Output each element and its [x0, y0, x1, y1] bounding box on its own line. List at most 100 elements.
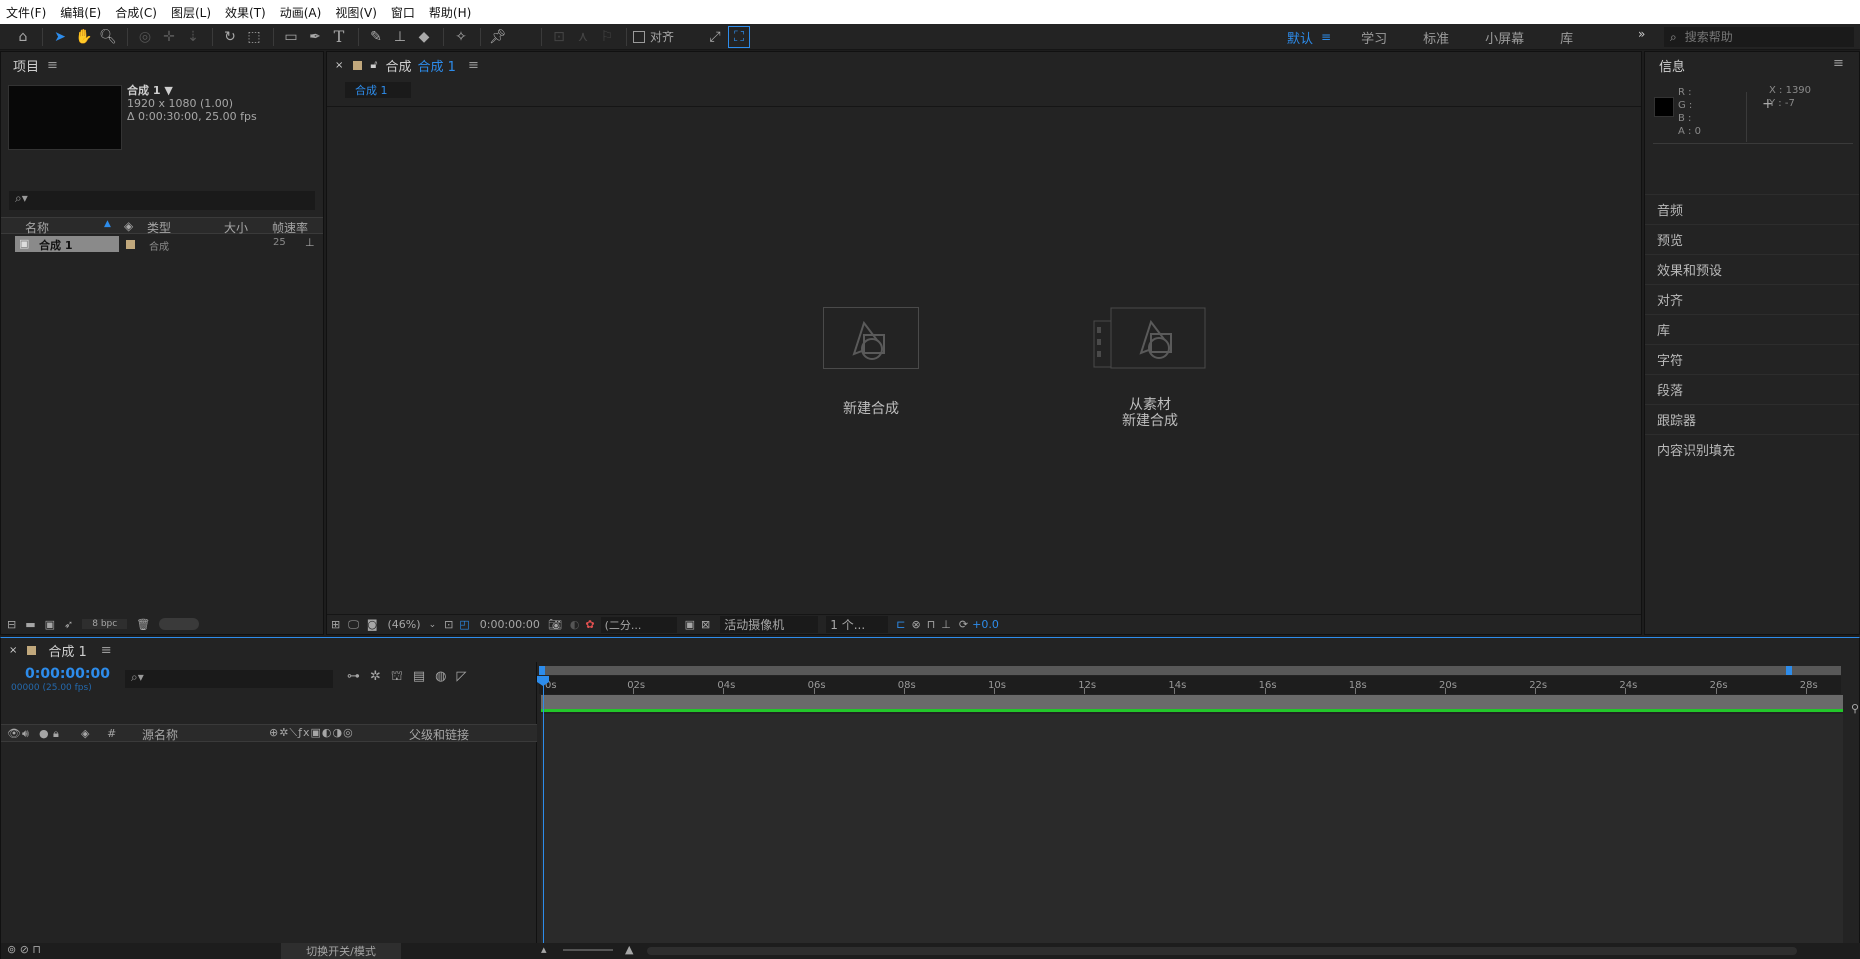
chevron-down-icon[interactable]: ⌄ [429, 620, 437, 630]
show-snapshot-icon[interactable]: ◐ [570, 618, 580, 631]
bpc-button[interactable]: 8 bpc [82, 619, 128, 629]
lock-icon[interactable]: 🔒︎ [53, 727, 59, 741]
flowchart-icon[interactable]: ⊥ [305, 236, 315, 249]
zoom-select[interactable]: (46%) [388, 618, 421, 631]
puppet-pin-icon[interactable]: 📌︎ [487, 26, 509, 48]
exposure-value[interactable]: +0.0 [972, 618, 999, 631]
col-hash[interactable]: # [107, 727, 116, 740]
help-search-input[interactable] [1684, 30, 1835, 44]
label-color-swatch[interactable] [126, 240, 135, 249]
eraser-tool-icon[interactable]: ◆ [413, 26, 435, 48]
world-axis-icon[interactable]: ⋏ [572, 26, 594, 48]
timeline-scrollbar[interactable] [647, 947, 1797, 955]
fast-previews-icon[interactable]: ⊗ [911, 618, 920, 631]
menu-effect[interactable]: 效果(T) [225, 4, 266, 21]
snap-options-icon[interactable]: ⛶ [728, 25, 751, 48]
new-composition-button[interactable] [823, 307, 919, 369]
hand-tool-icon[interactable]: ✋ [73, 26, 95, 48]
comp-sub-tab[interactable]: 合成 1 [345, 82, 411, 98]
interpret-footage-icon[interactable]: ⊟ [7, 618, 16, 631]
panel-menu-icon[interactable]: ≡ [101, 643, 112, 658]
workspace-library[interactable]: 库 [1560, 28, 1573, 47]
work-area-bar[interactable] [539, 666, 1841, 675]
close-icon[interactable]: × [335, 60, 343, 71]
menu-help[interactable]: 帮助(H) [429, 4, 471, 21]
info-panel-header[interactable]: 信息 ≡ [1645, 52, 1859, 78]
reset-exposure-icon[interactable]: ⟳ [959, 618, 968, 631]
col-name[interactable]: 名称 [25, 219, 49, 236]
new-folder-icon[interactable]: ▬ [25, 618, 35, 631]
workspace-default[interactable]: 默认 [1287, 28, 1313, 47]
align-toggle[interactable]: 对齐 [633, 28, 674, 45]
col-fps[interactable]: 帧速率 [272, 219, 308, 236]
orbit-camera-icon[interactable]: ◎ [134, 26, 156, 48]
dolly-camera-icon[interactable]: ⇣ [182, 26, 204, 48]
channel-icon[interactable]: ✿ [585, 618, 594, 631]
comp-tab-name[interactable]: 合成 1 [418, 56, 456, 75]
col-parent[interactable]: 父级和链接 [409, 726, 469, 743]
layer-switches-icon[interactable]: ⊚ ⊘ ⊓ [7, 943, 41, 956]
menu-window[interactable]: 窗口 [391, 4, 415, 21]
always-preview-icon[interactable]: ⊞ [331, 618, 340, 631]
align-checkbox[interactable] [633, 30, 645, 43]
audio-toggle-icon[interactable]: 🔊︎ [22, 727, 29, 741]
label-column-icon[interactable]: ◈ [81, 727, 89, 740]
toggle-switches-modes[interactable]: 切换开关/模式 [281, 943, 401, 959]
viewer-timecode[interactable]: 0:00:00:00 [480, 618, 540, 631]
panel-effects-presets[interactable]: 效果和预设 [1645, 254, 1859, 284]
resolution-select[interactable]: (二分... [600, 616, 677, 633]
menu-layer[interactable]: 图层(L) [171, 4, 211, 21]
flowchart-icon[interactable]: ⊥ [941, 618, 951, 631]
mask-path-icon[interactable]: ◰ [459, 618, 469, 631]
motion-blur-icon[interactable]: ◍ [435, 669, 446, 686]
monitor-icon[interactable]: 🖵︎ [348, 618, 359, 632]
home-icon[interactable]: ⌂ [12, 26, 34, 48]
current-time[interactable]: 0:00:00:00 [25, 666, 110, 682]
local-axis-icon[interactable]: ⊡ [548, 26, 570, 48]
timeline-tab[interactable]: 合成 1 [48, 641, 86, 660]
region-of-interest-icon[interactable]: ▣ [685, 618, 695, 631]
transparency-grid-icon[interactable]: ⊠ [701, 618, 710, 631]
new-comp-from-footage-button[interactable] [1093, 307, 1207, 369]
panel-library[interactable]: 库 [1645, 314, 1859, 344]
view-axis-icon[interactable]: ⚐ [596, 26, 618, 48]
switches-icons[interactable]: ⊕✲⟍ƒx▣◐◑◎ [269, 726, 354, 740]
menu-edit[interactable]: 编辑(E) [60, 4, 101, 21]
roto-brush-icon[interactable]: ✧ [450, 26, 472, 48]
menu-animation[interactable]: 动画(A) [280, 4, 322, 21]
panel-character[interactable]: 字符 [1645, 344, 1859, 374]
selection-tool-icon[interactable]: ➤ [49, 26, 71, 48]
delete-icon[interactable]: 🗑︎ [136, 618, 150, 631]
work-area-end-handle[interactable] [1786, 666, 1792, 675]
anchor-tool-icon[interactable]: ⬚ [243, 26, 265, 48]
video-toggle-icon[interactable]: 👁︎ [7, 727, 21, 740]
menu-file[interactable]: 文件(F) [6, 4, 46, 21]
menu-composition[interactable]: 合成(C) [115, 4, 157, 21]
workspace-overflow-icon[interactable]: » [1638, 27, 1645, 41]
zoom-slider[interactable] [563, 949, 613, 951]
workspace-standard[interactable]: 标准 [1423, 28, 1449, 47]
close-icon[interactable]: × [9, 645, 17, 656]
help-search[interactable]: ⌕ [1664, 27, 1854, 47]
draft-3d-icon[interactable]: ✲ [370, 669, 381, 686]
views-select[interactable]: 1 个... [826, 616, 889, 633]
comp-info-dropdown-icon[interactable]: ▼ [164, 84, 172, 97]
zoom-time-icon[interactable]: ⚲ [1851, 702, 1859, 715]
comp-mini-flowchart-icon[interactable]: ⊶ [347, 669, 360, 686]
panel-content-aware-fill[interactable]: 内容识别填充 [1645, 434, 1859, 464]
frame-blending-icon[interactable]: ▤ [413, 669, 425, 686]
col-source-name[interactable]: 源名称 [142, 726, 178, 743]
work-area-start-handle[interactable] [539, 666, 545, 675]
project-search[interactable]: ⌕▾ [9, 191, 315, 210]
table-row[interactable]: ▣ 合成 1 合成 25 ⊥ [1, 235, 323, 253]
pen-tool-icon[interactable]: ✒ [304, 26, 326, 48]
panel-audio[interactable]: 音频 [1645, 194, 1859, 224]
workspace-small-screen[interactable]: 小屏幕 [1485, 28, 1524, 47]
workspace-learn[interactable]: 学习 [1361, 28, 1387, 47]
sort-asc-icon[interactable]: ▲ [104, 219, 111, 229]
panel-menu-icon[interactable]: ≡ [1833, 56, 1844, 71]
zoom-in-icon[interactable]: ▲ [625, 943, 633, 956]
project-panel-header[interactable]: 项目 ≡ [1, 52, 323, 78]
workspace-menu-icon[interactable]: ≡ [1321, 30, 1331, 44]
col-type[interactable]: 类型 [147, 219, 171, 236]
